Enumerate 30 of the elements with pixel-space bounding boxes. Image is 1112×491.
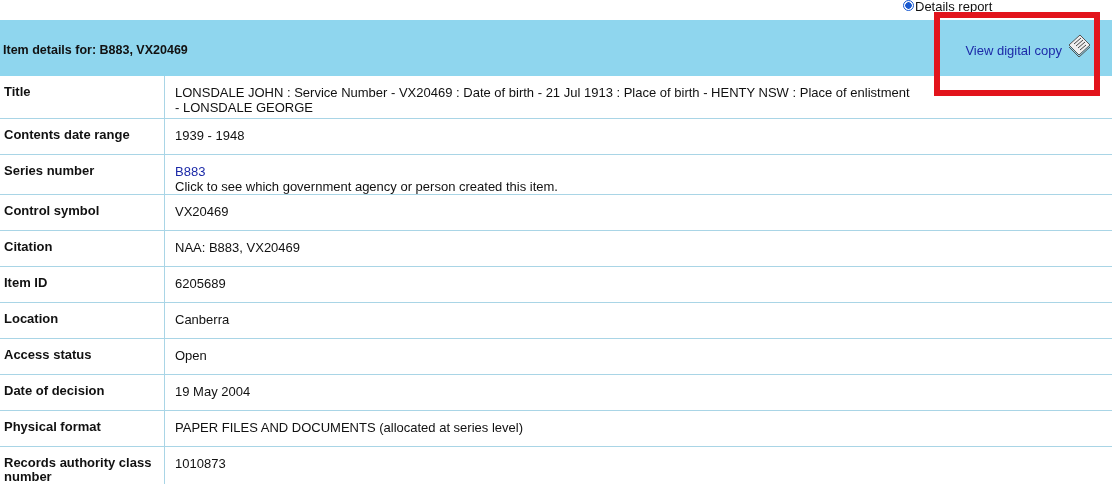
field-value: LONSDALE JOHN : Service Number - VX20469 : Date of birth - 21 Jul 1913 : Place of birth - HENTY NSW : Place of enlistment — [175, 85, 911, 100]
field-value: 1939 - 1948 — [175, 128, 246, 143]
radio-label: Details report — [915, 0, 993, 14]
field-label: Date of decision — [0, 375, 165, 410]
field-value: Canberra — [175, 312, 231, 327]
paper-stack-icon[interactable] — [1066, 33, 1092, 57]
field-label: Physical format — [0, 411, 165, 446]
series-link[interactable]: B883 — [175, 164, 1112, 179]
field-label: Title — [0, 76, 165, 118]
field-value: Click to see which government agency or person created this item. — [175, 179, 559, 194]
item-details-heading: Item details for: B883, VX20469 — [3, 42, 188, 57]
field-label: Citation — [0, 231, 165, 266]
field-label: Control symbol — [0, 195, 165, 230]
field-label: Series number — [0, 155, 165, 194]
field-value: PAPER FILES AND DOCUMENTS (allocated at series level) — [175, 420, 524, 435]
field-label: Item ID — [0, 267, 165, 302]
field-label: Records authority class number — [0, 447, 165, 484]
field-value: 1010873 — [175, 456, 227, 471]
field-value: - LONSDALE GEORGE — [175, 100, 314, 115]
view-digital-copy-link[interactable]: View digital copy — [965, 42, 1062, 58]
field-label: Location — [0, 303, 165, 338]
field-value: VX20469 — [175, 204, 230, 219]
radio-button[interactable] — [903, 0, 914, 11]
field-value: 19 May 2004 — [175, 384, 252, 399]
report-radio[interactable]: Details report — [903, 0, 993, 20]
field-value: Open — [175, 348, 208, 363]
field-value: NAA: B883, VX20469 — [175, 240, 302, 255]
field-label: Access status — [0, 339, 165, 374]
field-value: 6205689 — [175, 276, 227, 291]
field-label: Contents date range — [0, 119, 165, 154]
